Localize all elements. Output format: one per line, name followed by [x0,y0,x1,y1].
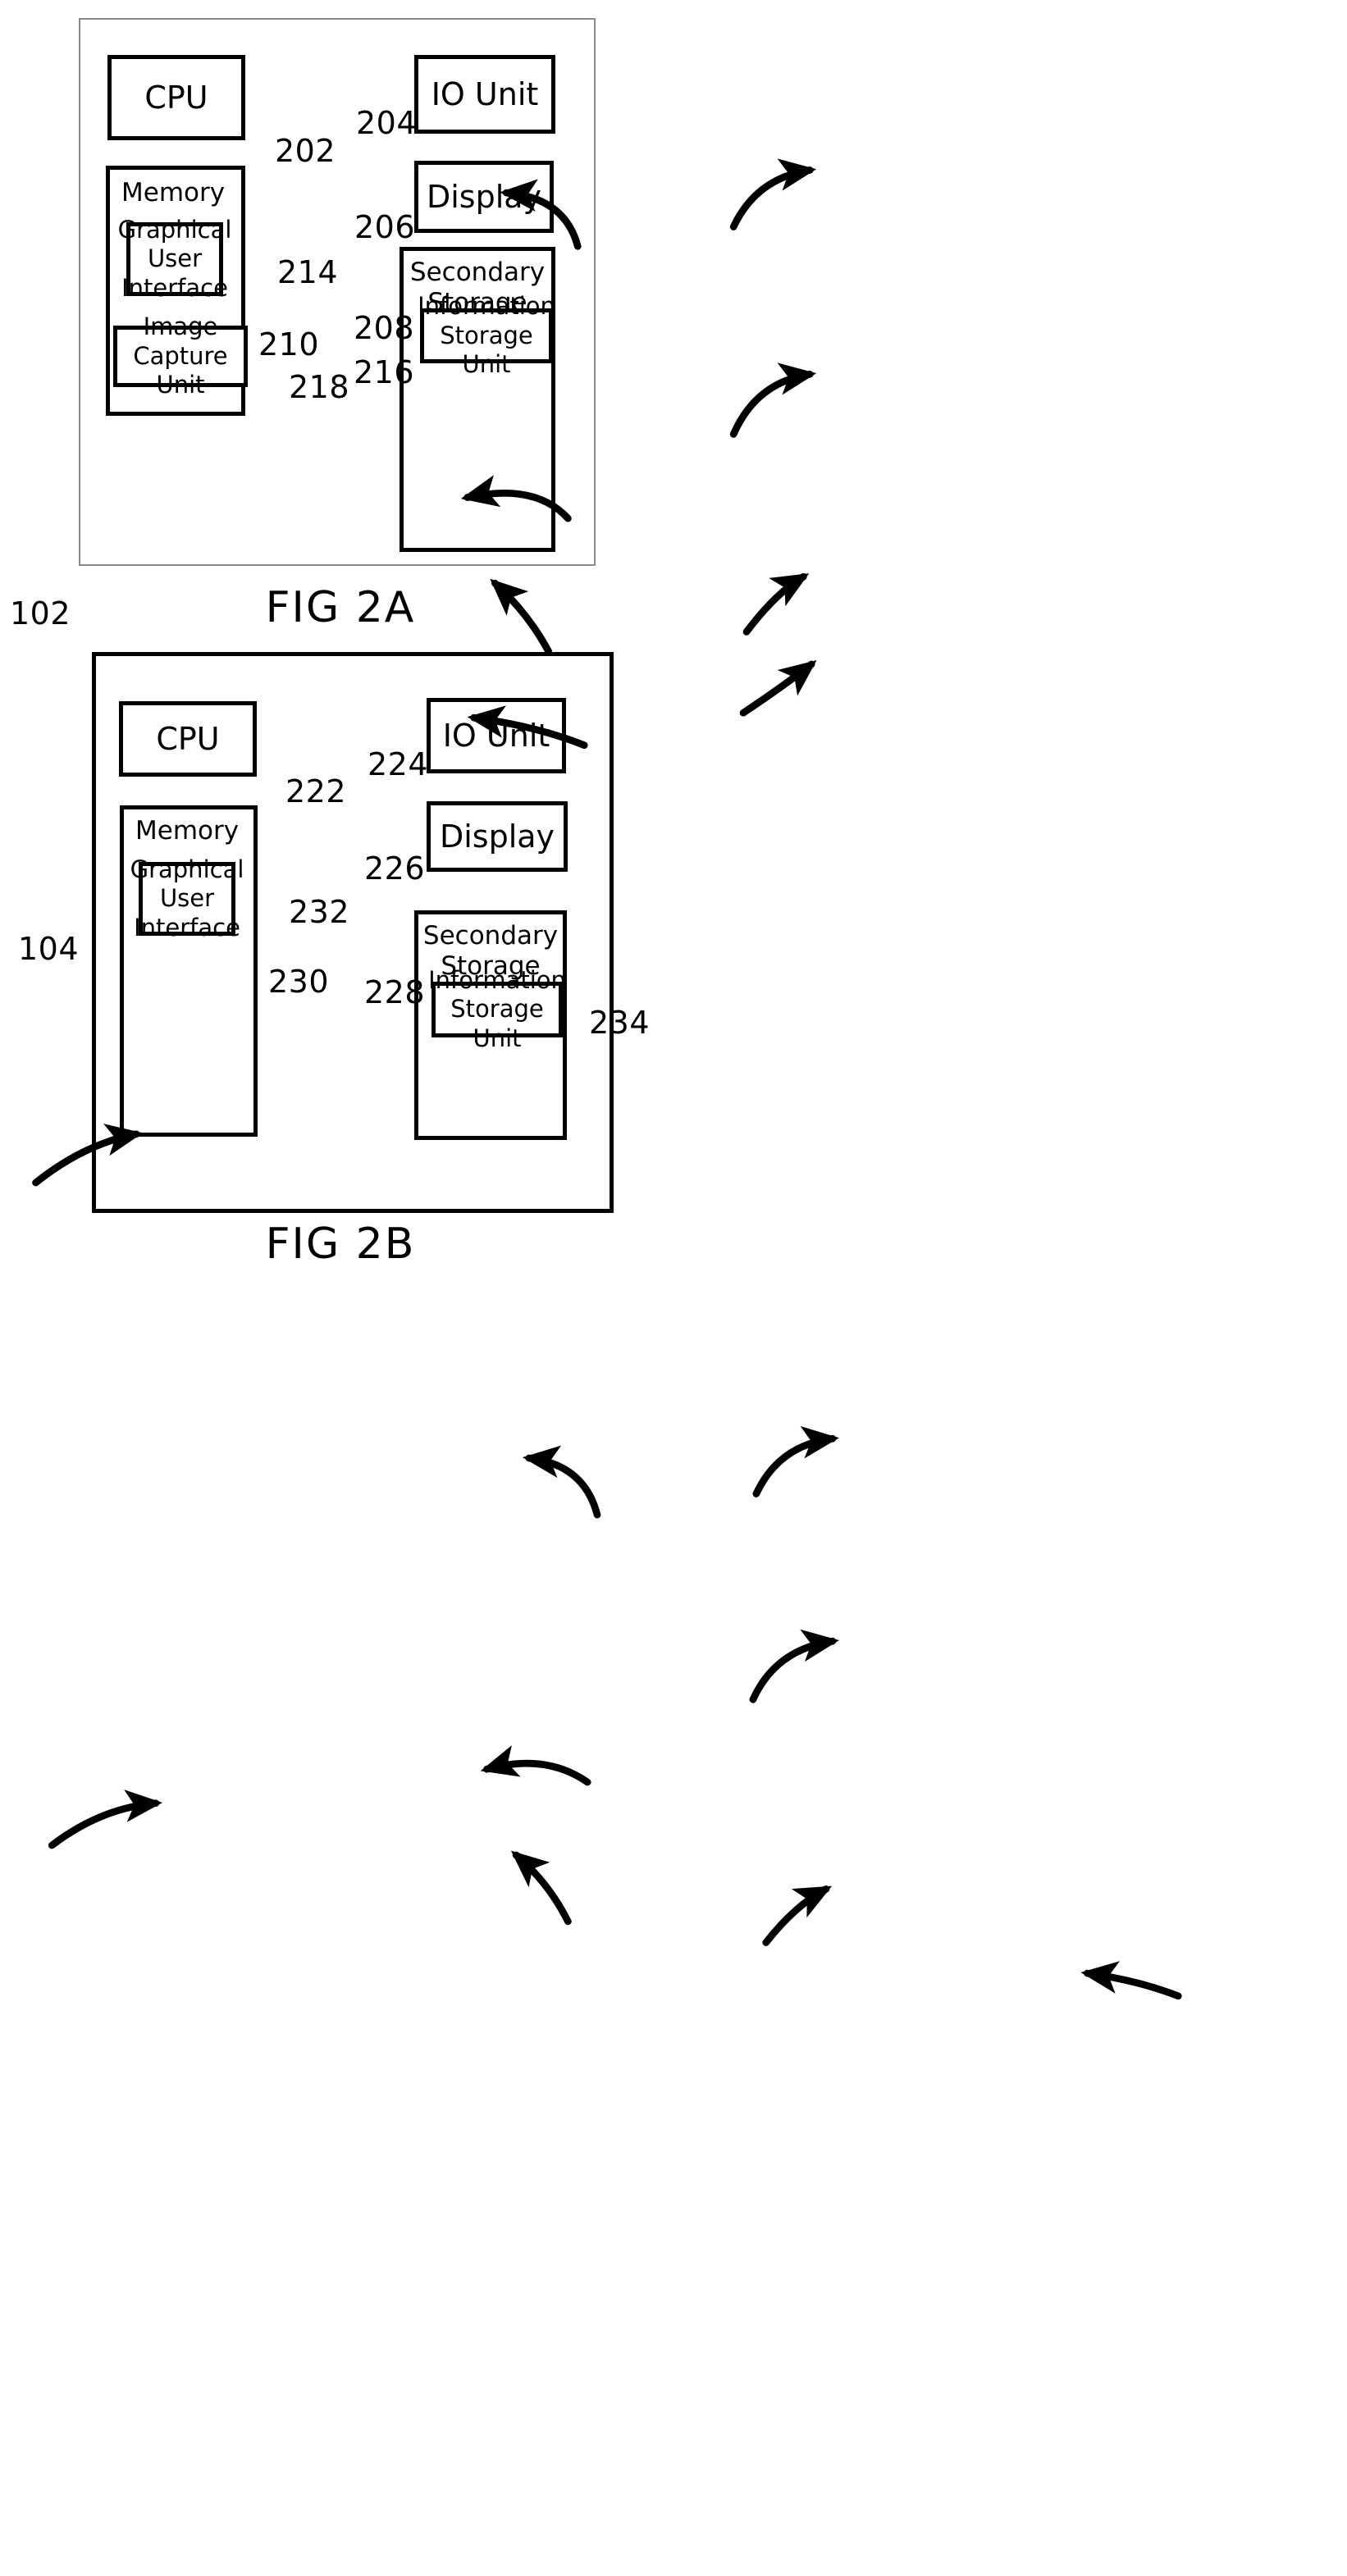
fig2a-caption: FIG 2A [265,583,416,632]
arrow-228 [762,1885,833,1946]
fig2b-memory-box: Memory Graphical User Interface [120,805,258,1137]
fig2a-io-unit-box: IO Unit [414,55,555,134]
fig2a-information-storage-box: Information Storage Unit [418,292,555,378]
fig2a-gui-line2: User [147,244,203,273]
arrow-216 [739,659,817,717]
fig2b-caption: FIG 2B [265,1220,416,1269]
fig2a-ref-214: 214 [277,254,339,290]
fig2a-gui-line3: Interface [121,273,228,302]
fig2a-image-capture-box: Image Capture Unit [113,312,248,399]
fig2b-memory-label: Memory [135,816,240,846]
fig2b-ref-230: 230 [268,964,330,1000]
fig2a-memory-label: Memory [121,178,226,207]
arrow-230 [510,1850,572,1926]
fig2a-gui-line1: Graphical [117,215,232,244]
fig2b-gui-line3: Interface [134,913,240,941]
fig2a-cpu-box: CPU [107,55,245,140]
fig2b-ref-222: 222 [285,773,347,809]
fig2b-gui-line2: User [159,884,215,913]
fig2b-io-unit-label: IO Unit [442,717,550,754]
arrow-222 [522,1445,601,1519]
fig2b-ref-226: 226 [364,850,426,887]
fig2a-image-capture-line1: Image Capture [133,312,228,370]
fig2a-cpu-label: CPU [144,79,208,116]
fig2a-secondary-storage-box: Secondary Storage Information Storage Un… [400,247,555,552]
arrow-206 [729,362,817,438]
arrow-208 [742,572,810,636]
fig2a-ref-204: 204 [356,105,418,141]
fig2b-display-label: Display [439,818,555,855]
fig2a-gui-box: Graphical User Interface [118,216,232,302]
fig2a-information-storage-line2: Storage Unit [440,321,533,379]
fig2b-ref-224: 224 [368,746,429,782]
fig2b-io-unit-box: IO Unit [427,698,566,773]
fig2b-cpu-label: CPU [156,720,220,757]
arrow-226 [749,1629,839,1703]
fig2b-ref-234: 234 [589,1005,651,1041]
fig2a-ref-208: 208 [354,310,415,346]
arrow-104 [48,1790,163,1849]
fig2a-secondary-storage-line1: Secondary [409,258,546,287]
fig2a-ref-206: 206 [354,209,416,245]
fig2b-information-storage-line2: Storage Unit [450,995,544,1052]
fig2a-io-unit-label: IO Unit [431,75,539,112]
fig2a-ref-202: 202 [275,133,336,169]
fig2a-ref-216: 216 [354,354,415,390]
fig2a-ref-218: 218 [289,369,350,405]
arrow-232 [480,1745,591,1786]
fig2b-ref-228: 228 [364,974,426,1010]
fig2a-display-label: Display [426,178,542,215]
fig2b-ref-104: 104 [18,931,80,967]
fig2b-gui-box: Graphical User Interface [130,855,244,941]
fig2b-information-storage-box: Information Storage Unit [428,966,566,1052]
arrow-234 [1080,1961,1182,2000]
fig2b-secondary-storage-line1: Secondary [422,921,559,951]
fig2a-image-capture-line2: Unit [156,371,205,399]
fig2b-cpu-box: CPU [119,701,257,777]
fig2b-gui-line1: Graphical [130,855,244,883]
arrow-204 [729,158,817,230]
fig2a-memory-box: Memory Graphical User Interface Image Ca… [106,166,248,416]
fig2b-information-storage-line1: Information [428,965,566,994]
arrow-224 [752,1425,839,1498]
fig2a-ref-210: 210 [258,326,320,362]
fig2a-display-box: Display [414,161,554,233]
fig2b-secondary-storage-box: Secondary Storage Information Storage Un… [414,910,567,1140]
fig2b-ref-232: 232 [289,894,350,930]
fig2a-information-storage-line1: Information [418,292,555,321]
fig2b-display-box: Display [427,801,568,872]
